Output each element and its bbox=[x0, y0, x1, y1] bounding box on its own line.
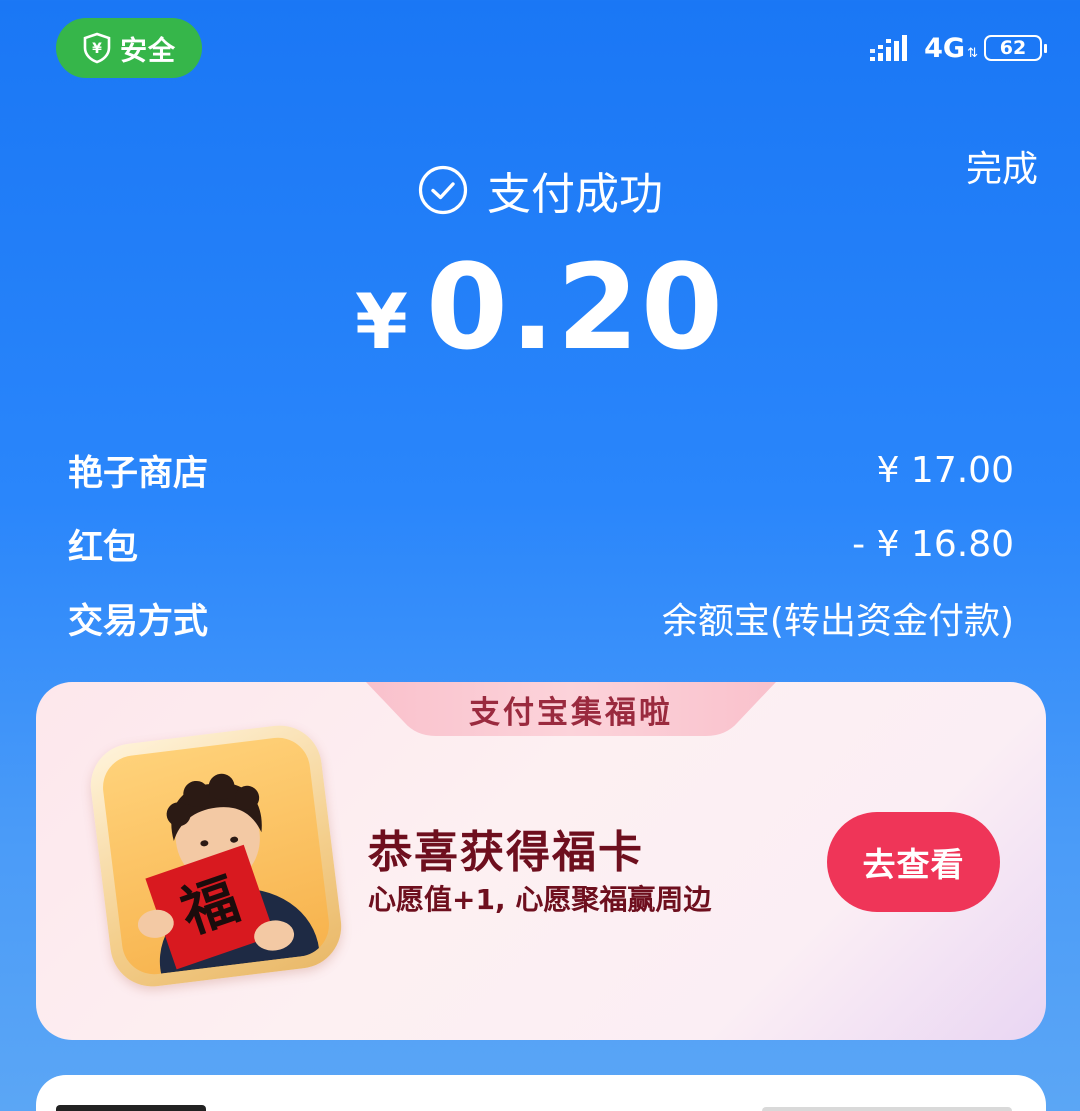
battery-icon: 62 bbox=[984, 35, 1047, 61]
payment-success-title: 支付成功 bbox=[487, 169, 663, 220]
svg-text:¥: ¥ bbox=[92, 41, 102, 57]
shield-yen-icon: ¥ bbox=[83, 32, 111, 64]
fu-card-photo: 福 bbox=[85, 720, 347, 992]
battery-level: 62 bbox=[999, 37, 1027, 59]
currency-symbol: ¥ bbox=[354, 277, 408, 366]
detail-row-merchant: 艳子商店 ¥ 17.00 bbox=[68, 445, 1014, 495]
next-card-peek bbox=[36, 1075, 1046, 1111]
red-packet-label: 红包 bbox=[68, 527, 139, 568]
fu-card-tab-label: 支付宝集福啦 bbox=[469, 694, 673, 731]
payment-method-value: 余额宝(转出资金付款) bbox=[661, 601, 1014, 642]
merchant-label: 艳子商店 bbox=[68, 453, 209, 494]
fu-card-subtitle: 心愿值+1, 心愿聚福赢周边 bbox=[368, 883, 712, 916]
check-circle-icon bbox=[418, 165, 468, 215]
view-fu-card-button[interactable]: 去查看 bbox=[827, 812, 1000, 912]
payment-method-label: 交易方式 bbox=[68, 601, 209, 642]
next-card-detail-fragment bbox=[762, 1107, 1012, 1111]
signal-icon bbox=[870, 35, 908, 61]
fu-card-tab: 支付宝集福啦 bbox=[366, 682, 776, 736]
security-label: 安全 bbox=[120, 35, 176, 67]
system-status: 4G ⇅ 62 bbox=[870, 30, 1047, 66]
paid-amount: ¥ 0.20 bbox=[0, 248, 1080, 366]
security-badge[interactable]: ¥ 安全 bbox=[56, 18, 202, 78]
next-card-title-fragment bbox=[56, 1105, 206, 1111]
red-packet-amount: - ¥ 16.80 bbox=[852, 523, 1014, 565]
fu-card-promo[interactable]: 支付宝集福啦 福 恭喜获得福卡 心愿值+1, 心愿聚福赢周边 去查看 bbox=[36, 682, 1046, 1040]
detail-row-payment-method: 交易方式 余额宝(转出资金付款) bbox=[68, 593, 1014, 643]
network-type: 4G bbox=[924, 32, 966, 64]
detail-row-red-packet: 红包 - ¥ 16.80 bbox=[68, 519, 1014, 569]
child-holding-fu-image: 福 bbox=[137, 773, 320, 978]
amount-value: 0.20 bbox=[425, 238, 726, 376]
payment-status: 支付成功 bbox=[0, 158, 1080, 222]
data-transfer-icon: ⇅ bbox=[967, 45, 978, 61]
fu-card-title: 恭喜获得福卡 bbox=[368, 827, 644, 878]
merchant-amount: ¥ 17.00 bbox=[876, 449, 1014, 491]
